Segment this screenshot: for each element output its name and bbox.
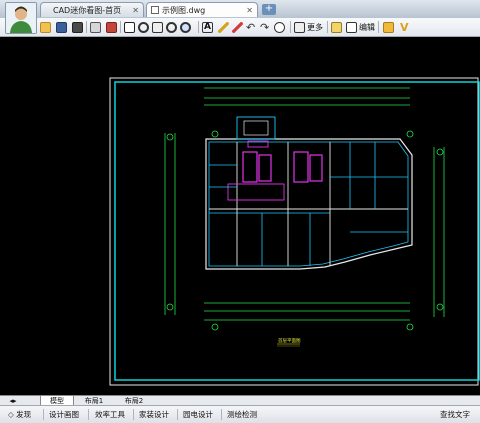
find-text-button[interactable]: 查找文字 xyxy=(440,406,470,423)
edit-button[interactable]: 编辑 xyxy=(346,20,375,34)
folder-button[interactable] xyxy=(383,20,394,34)
pencil-button[interactable] xyxy=(218,20,229,34)
layers-button[interactable] xyxy=(331,20,342,34)
design-draw-link[interactable]: 设计画图 xyxy=(49,406,79,423)
status-separator xyxy=(133,409,134,420)
close-icon[interactable]: ✕ xyxy=(132,3,139,17)
undo-icon: ↶ xyxy=(246,20,256,34)
zoom-extents-button[interactable] xyxy=(180,20,191,34)
cloud-button[interactable] xyxy=(274,20,285,34)
pan-icon xyxy=(152,21,163,33)
text-icon: A xyxy=(202,21,213,33)
document-icon xyxy=(151,6,159,14)
folder-open-icon xyxy=(40,21,51,33)
save-as-icon xyxy=(72,21,83,33)
pencil-icon xyxy=(218,21,229,33)
toolbar-separator xyxy=(120,21,121,33)
magnifier-icon xyxy=(138,21,149,33)
save-icon xyxy=(56,21,67,33)
text-button[interactable]: A xyxy=(202,20,213,34)
tab-drawing-label: 示例图.dwg xyxy=(162,6,206,15)
more-button[interactable]: 更多 xyxy=(294,20,323,34)
status-separator xyxy=(43,409,44,420)
edit-icon xyxy=(346,21,357,33)
redo-button[interactable]: ↷ xyxy=(260,20,269,34)
status-bar: ◇ 发现 设计画图 效率工具 家装设计 园电设计 测绘检测 查找文字 xyxy=(0,405,480,423)
electrical-design-link[interactable]: 园电设计 xyxy=(183,406,213,423)
avatar[interactable] xyxy=(5,2,37,34)
cad-drawing: 首层平面图 xyxy=(109,77,480,386)
toolbar-separator xyxy=(198,21,199,33)
title-bar: CAD迷你看图-首页 ✕ 示例图.dwg ✕ + xyxy=(0,0,480,18)
zoom-extents-icon xyxy=(180,21,191,33)
survey-link[interactable]: 测绘检测 xyxy=(227,406,257,423)
zoom-in-icon xyxy=(166,21,177,33)
toolbar-separator xyxy=(86,21,87,33)
export-icon xyxy=(106,21,117,33)
pan-button[interactable] xyxy=(152,20,163,34)
save-as-button[interactable] xyxy=(72,20,83,34)
toolbar-separator xyxy=(290,21,291,33)
close-icon[interactable]: ✕ xyxy=(246,3,253,17)
tab-home-label: CAD迷你看图-首页 xyxy=(53,6,122,15)
zoom-window-button[interactable] xyxy=(124,20,135,34)
save-button[interactable] xyxy=(56,20,67,34)
zoom-in-button[interactable] xyxy=(166,20,177,34)
folder-icon xyxy=(383,21,394,33)
edit-label: 编辑 xyxy=(359,22,375,32)
markup-button[interactable] xyxy=(232,20,243,34)
tab-home[interactable]: CAD迷你看图-首页 ✕ xyxy=(40,2,144,17)
more-label: 更多 xyxy=(307,22,323,32)
toolbar: A ↶ ↷ 更多 编辑 V xyxy=(0,18,480,37)
home-design-link[interactable]: 家装设计 xyxy=(139,406,169,423)
zoom-realtime-button[interactable] xyxy=(138,20,149,34)
printer-icon xyxy=(90,21,101,33)
status-separator xyxy=(88,409,89,420)
drawing-title: 首层平面图 xyxy=(278,337,301,344)
checkmark-v-icon: V xyxy=(400,20,409,34)
open-button[interactable] xyxy=(40,20,51,34)
floor-plan xyxy=(164,87,445,331)
discover-label: 发现 xyxy=(16,410,32,419)
more-icon xyxy=(294,21,305,33)
new-tab-button[interactable]: + xyxy=(262,4,276,15)
toolbar-separator xyxy=(378,21,379,33)
status-separator xyxy=(177,409,178,420)
compass-icon: ◇ xyxy=(8,410,17,419)
layers-icon xyxy=(331,21,342,33)
zoom-window-icon xyxy=(124,21,135,33)
discover-link[interactable]: ◇ 发现 xyxy=(8,406,31,423)
drawing-inner-frame xyxy=(114,81,480,381)
efficiency-tools-link[interactable]: 效率工具 xyxy=(95,406,125,423)
markup-pen-icon xyxy=(232,21,243,33)
vip-button[interactable]: V xyxy=(400,20,409,34)
tab-drawing[interactable]: 示例图.dwg ✕ xyxy=(146,2,258,17)
cloud-icon xyxy=(274,21,285,33)
redo-icon: ↷ xyxy=(260,20,270,34)
undo-button[interactable]: ↶ xyxy=(246,20,255,34)
user-icon xyxy=(6,3,36,33)
export-button[interactable] xyxy=(106,20,117,34)
toolbar-separator xyxy=(327,21,328,33)
status-separator xyxy=(221,409,222,420)
print-button[interactable] xyxy=(90,20,101,34)
drawing-canvas[interactable]: 首层平面图 xyxy=(0,37,480,395)
